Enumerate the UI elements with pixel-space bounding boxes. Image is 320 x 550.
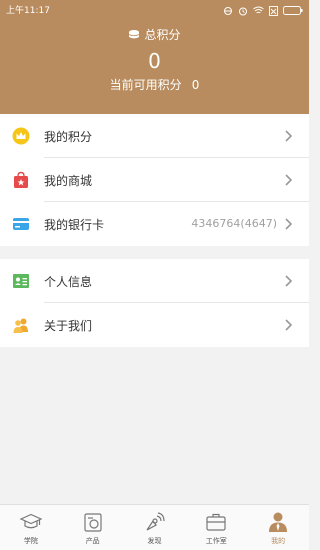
status-bar: 上午11:17 — [0, 0, 309, 18]
battery-icon — [283, 6, 303, 15]
menu-group-info: 个人信息 关于我们 — [0, 259, 309, 347]
tab-studio[interactable]: 工作室 — [185, 505, 247, 550]
status-icons — [223, 3, 303, 18]
coins-icon — [129, 30, 140, 39]
menu-item-bank-card-label: 我的银行卡 — [44, 218, 105, 232]
tab-academy[interactable]: 学院 — [0, 505, 62, 550]
menu-group-account: 我的积分 我的商城 我的银行卡 4346764(4647) — [0, 114, 309, 246]
tab-discover-label: 发现 — [147, 537, 162, 545]
points-header: 上午11:17 总积分 0 当前可用积分 0 — [0, 0, 309, 114]
menu-item-mall-label: 我的商城 — [44, 174, 93, 188]
status-time: 上午11:17 — [6, 6, 50, 16]
menu-item-profile-label: 个人信息 — [44, 275, 93, 289]
discover-icon — [146, 512, 166, 531]
person-icon — [269, 512, 288, 532]
alarm-icon — [239, 7, 247, 15]
bottom-tab-bar: 学院 产品 发现 工作室 我的 — [0, 504, 309, 550]
available-points: 当前可用积分 0 — [0, 76, 309, 93]
tab-studio-label: 工作室 — [205, 537, 227, 545]
total-points-title: 总积分 — [0, 26, 309, 43]
menu-item-points[interactable]: 我的积分 — [0, 114, 309, 158]
tab-products[interactable]: 产品 — [62, 505, 124, 550]
tab-mine[interactable]: 我的 — [247, 505, 309, 550]
tab-products-label: 产品 — [85, 537, 100, 545]
crown-icon — [12, 127, 30, 145]
briefcase-icon — [206, 513, 226, 531]
tab-academy-label: 学院 — [23, 537, 38, 545]
tab-discover[interactable]: 发现 — [124, 505, 186, 550]
graduation-cap-icon — [19, 513, 43, 529]
shopping-bag-icon — [14, 171, 28, 188]
product-icon — [84, 513, 102, 532]
tab-mine-label: 我的 — [271, 537, 286, 545]
id-card-icon — [13, 274, 29, 288]
menu-item-profile[interactable]: 个人信息 — [0, 259, 309, 303]
menu-item-bank-card[interactable]: 我的银行卡 4346764(4647) — [0, 202, 309, 246]
available-points-value: 0 — [191, 78, 200, 92]
people-icon — [13, 318, 28, 333]
chevron-right-icon — [285, 218, 293, 230]
menu-item-about-label: 关于我们 — [44, 319, 93, 333]
total-points-label: 总积分 — [144, 28, 181, 42]
total-points-value: 0 — [148, 49, 161, 73]
chevron-right-icon — [285, 319, 293, 331]
menu-item-about[interactable]: 关于我们 — [0, 303, 309, 347]
chevron-right-icon — [285, 275, 293, 287]
chevron-right-icon — [285, 130, 293, 142]
no-sim-icon — [269, 5, 278, 16]
chevron-right-icon — [285, 174, 293, 186]
available-points-label: 当前可用积分 — [109, 78, 182, 92]
wifi-icon — [253, 6, 264, 14]
headset-icon — [224, 6, 232, 15]
bank-card-number: 4346764(4647) — [191, 217, 277, 230]
menu-item-mall[interactable]: 我的商城 — [0, 158, 309, 202]
card-icon — [13, 218, 29, 230]
menu-item-points-label: 我的积分 — [44, 130, 93, 144]
